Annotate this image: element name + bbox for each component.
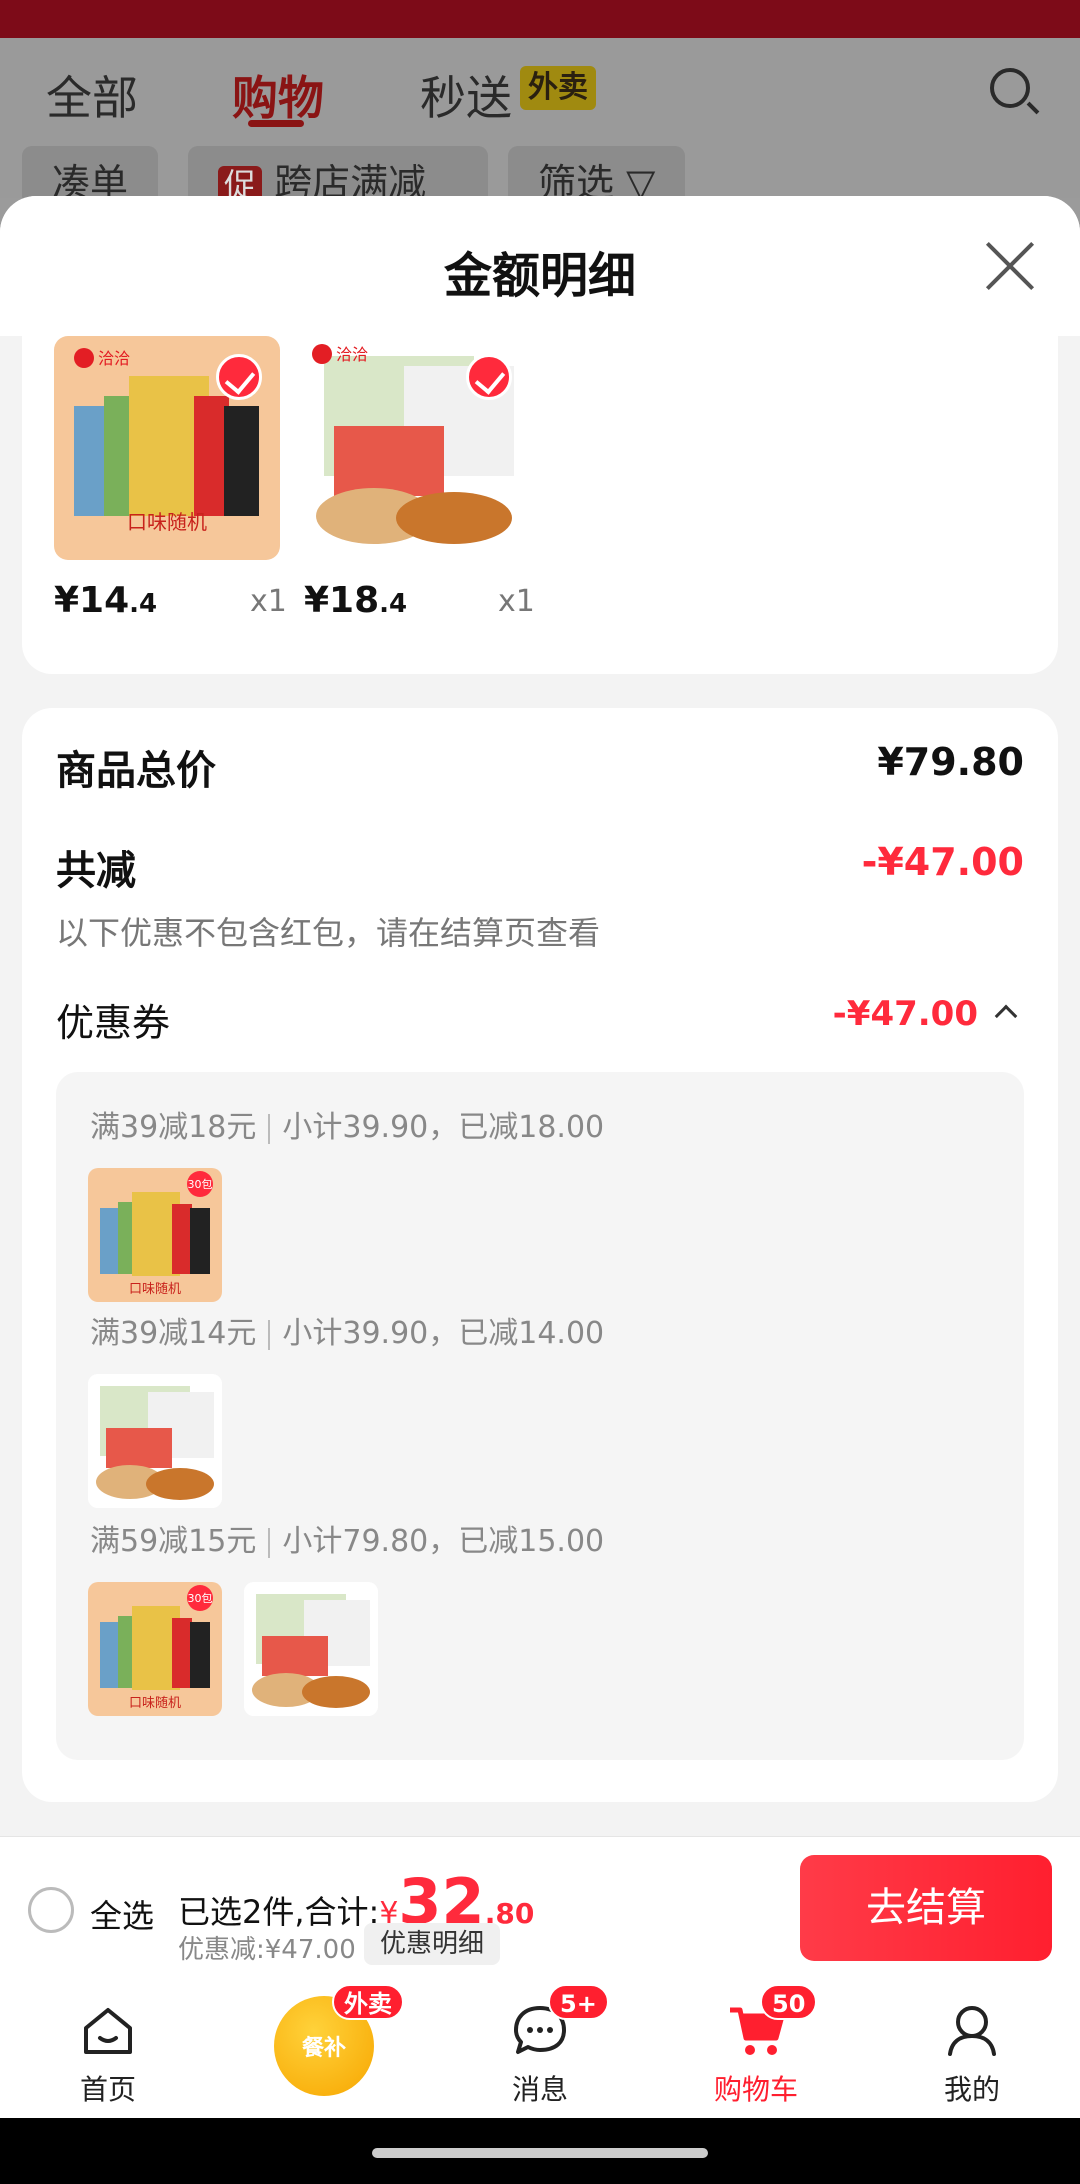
product-qty: x1	[498, 584, 535, 619]
tab-messages[interactable]: 5+ 消息	[432, 1978, 648, 2118]
cart-count-badge: 50	[760, 1984, 818, 2020]
select-all-radio[interactable]	[28, 1887, 74, 1933]
sheet-title: 金额明细	[443, 248, 636, 304]
status-bar	[0, 0, 1080, 38]
svg-text:洽洽: 洽洽	[336, 345, 368, 364]
message-count-badge: 5+	[548, 1984, 609, 2020]
tab-all[interactable]: 全部	[46, 62, 138, 128]
reduce-label: 共减	[56, 848, 136, 894]
checkout-bar: 全选 已选2件,合计:¥32.80 优惠减:¥47.00 优惠明细 去结算	[0, 1836, 1080, 1978]
thumb-label: 口味随机	[128, 1282, 181, 1297]
sheet-header: 金额明细	[0, 196, 1080, 336]
coupon-product-thumb: 30包 口味随机	[88, 1582, 222, 1716]
amount-detail-sheet: 金额明细 洽洽 口味随机 ¥14.4 x1 洽洽 ¥18.4 x1 商品总价 ¥…	[0, 196, 1080, 1836]
coupon-product-thumb: 30包 口味随机	[88, 1168, 222, 1302]
product-label: 口味随机	[127, 510, 207, 534]
discount-text: 优惠减:¥47.00	[178, 1935, 356, 1965]
product-card: 洽洽 口味随机 ¥14.4 x1 洽洽 ¥18.4 x1	[22, 336, 1058, 674]
tab-cart[interactable]: 50 购物车	[648, 1978, 864, 2118]
thumb-label: 口味随机	[128, 1696, 181, 1711]
amount-summary-card: 商品总价 ¥79.80 共减 -¥47.00 以下优惠不包含红包，请在结算页查看…	[22, 708, 1058, 1802]
coupon-detail-box: 满39减18元 小计39.90，已减18.00 30包 口味随机 满39减14元小…	[56, 1072, 1024, 1760]
bottom-tabbar: 首页 餐补 外卖 5+ 消息 50 购物车 我的	[0, 1978, 1080, 2118]
close-icon[interactable]	[984, 240, 1036, 292]
reduce-note: 以下优惠不包含红包，请在结算页查看	[56, 914, 601, 952]
search-icon[interactable]	[990, 68, 1030, 108]
tab-cart-label: 购物车	[713, 2073, 798, 2106]
coupon-rule: 满59减15元 小计79.80，已减15.00	[90, 1524, 605, 1559]
takeout-badge: 外卖	[520, 66, 596, 110]
product-price: ¥14.4	[54, 580, 158, 621]
chevron-up-icon[interactable]	[994, 1004, 1018, 1028]
checkbox-checked-icon[interactable]	[216, 354, 262, 400]
home-icon	[84, 2008, 132, 2054]
thumb-tag: 30包	[187, 1592, 213, 1605]
tab-express[interactable]: 秒送	[420, 62, 512, 128]
tab-underline	[248, 120, 304, 127]
svg-text:洽洽: 洽洽	[98, 349, 130, 368]
tab-meal-subsidy[interactable]: 餐补 外卖	[216, 1978, 432, 2118]
total-price-value: ¥79.80	[877, 740, 1024, 784]
coupon-rule: 满39减14元 小计39.90，已减14.00	[90, 1316, 605, 1351]
checkbox-checked-icon[interactable]	[466, 354, 512, 400]
total-price-label: 商品总价	[56, 748, 216, 794]
tab-shopping[interactable]: 购物	[232, 62, 324, 128]
select-all-label[interactable]: 全选	[90, 1891, 154, 1937]
coupon-product-thumb	[244, 1582, 378, 1716]
home-indicator[interactable]	[372, 2148, 708, 2158]
coupon-value[interactable]: -¥47.00	[833, 994, 978, 1034]
tab-profile-label: 我的	[943, 2073, 1000, 2106]
discount-detail-button[interactable]: 优惠明细	[364, 1923, 501, 1965]
tab-messages-label: 消息	[511, 2073, 568, 2106]
takeout-badge: 外卖	[332, 1984, 404, 2020]
reduce-value: -¥47.00	[861, 840, 1024, 884]
summary-prefix: 已选2件,合计:	[178, 1893, 380, 1931]
tab-profile[interactable]: 我的	[864, 1978, 1080, 2118]
tab-home-label: 首页	[79, 2073, 136, 2106]
system-nav-bar	[0, 2118, 1080, 2184]
coupon-rule: 满39减18元 小计39.90，已减18.00	[90, 1110, 605, 1145]
thumb-tag: 30包	[187, 1178, 213, 1191]
coupon-product-thumb	[88, 1374, 222, 1508]
profile-icon	[948, 2006, 996, 2056]
coupon-label: 优惠券	[56, 1001, 171, 1045]
checkout-button[interactable]: 去结算	[800, 1855, 1052, 1961]
tab-home[interactable]: 首页	[0, 1978, 216, 2118]
product-qty: x1	[250, 584, 287, 619]
product-price: ¥18.4	[304, 580, 408, 621]
